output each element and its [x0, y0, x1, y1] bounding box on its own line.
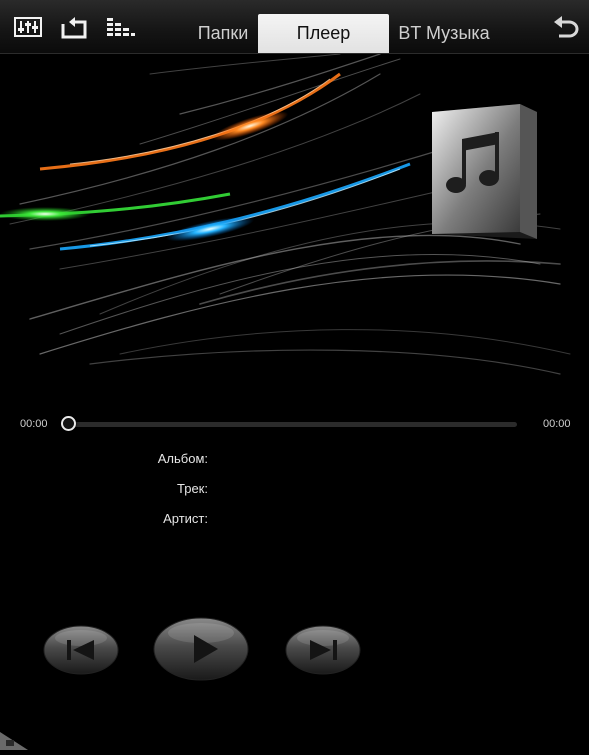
previous-track-icon [43, 625, 119, 675]
tab-folders-label: Папки [197, 23, 249, 43]
seek-bar-track[interactable] [68, 422, 517, 427]
tab-player-label: Плеер [296, 23, 351, 43]
tab-player[interactable]: Плеер [258, 14, 389, 53]
track-label: Трек: [177, 481, 208, 496]
tab-bt-music-label: BT Музыка [398, 23, 490, 43]
album-art-area [0, 53, 589, 384]
artist-label: Артист: [163, 511, 208, 526]
play-icon [153, 617, 249, 681]
seek-bar-handle[interactable] [61, 416, 76, 431]
playlist-icon[interactable] [105, 14, 137, 42]
repeat-icon[interactable] [59, 14, 91, 42]
light-streaks-graphic [0, 53, 571, 375]
music-note-icon [432, 104, 537, 239]
corner-handle-icon[interactable] [0, 728, 28, 750]
previous-track-button[interactable] [42, 624, 120, 681]
top-bar: Папки Плеер BT Музыка [0, 0, 589, 54]
tab-folders[interactable]: Папки [190, 14, 256, 53]
total-time: 00:00 [543, 418, 571, 430]
next-track-icon [285, 625, 361, 675]
album-label: Альбом: [157, 451, 208, 466]
equalizer-icon[interactable] [13, 14, 45, 42]
back-icon[interactable] [551, 14, 581, 42]
next-track-button[interactable] [284, 624, 362, 681]
play-button[interactable] [152, 616, 250, 687]
elapsed-time: 00:00 [20, 418, 48, 430]
tab-bt-music[interactable]: BT Музыка [392, 14, 496, 53]
